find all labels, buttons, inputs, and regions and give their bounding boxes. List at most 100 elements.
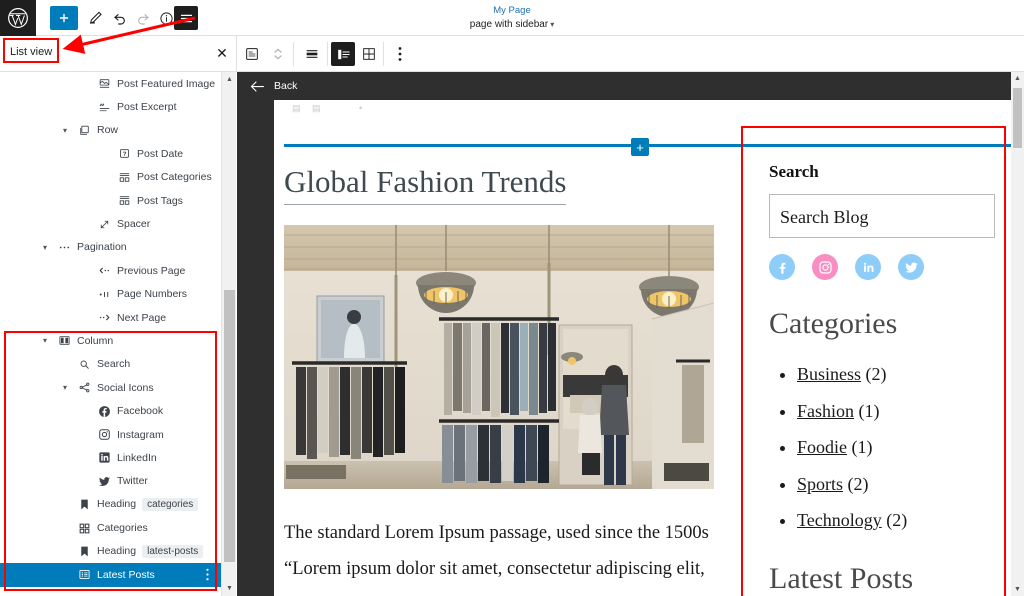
- list-view-scrollbar[interactable]: ▲ ▼: [221, 72, 236, 596]
- social-icons-row: [769, 254, 1014, 280]
- grid-view-display-button[interactable]: [357, 42, 381, 66]
- scroll-up-arrow-icon[interactable]: ▲: [1011, 72, 1024, 85]
- list-view-display-button[interactable]: [331, 42, 355, 66]
- post-featured-image[interactable]: [284, 225, 714, 489]
- move-block-button[interactable]: [266, 42, 290, 66]
- editor-top-bar: My Page page with sidebar▾: [0, 0, 1024, 36]
- latest-posts-icon: [76, 567, 92, 583]
- list-view-item-anchor-tag: latest-posts: [142, 545, 203, 558]
- share-icon: [76, 380, 92, 396]
- list-view-item-heading[interactable]: Headingcategories: [0, 493, 221, 516]
- list-view-item-post-categories[interactable]: Post Categories: [0, 166, 221, 189]
- chevron-down-icon[interactable]: ▾: [58, 381, 72, 395]
- list-view-item-post-tags[interactable]: Post Tags: [0, 189, 221, 212]
- scroll-up-arrow-icon[interactable]: ▲: [222, 72, 237, 87]
- search-input[interactable]: Search Blog: [769, 194, 995, 238]
- ghost-icon-3: •: [359, 103, 362, 113]
- list-view-item-label: Headingcategories: [97, 498, 198, 511]
- list-view-item-post-featured-image[interactable]: Post Featured Image: [0, 72, 221, 95]
- chevron-down-icon: ▾: [550, 20, 554, 29]
- category-link[interactable]: Business: [797, 364, 861, 384]
- arrow-left-icon: [250, 80, 265, 93]
- block-list-view[interactable]: Post Featured Image Post Excerpt▾Row Post …: [0, 72, 221, 596]
- chevron-placeholder: [98, 147, 112, 161]
- block-inserter-button[interactable]: +: [631, 138, 649, 156]
- chevron-placeholder: [58, 521, 72, 535]
- row-icon: [76, 122, 92, 138]
- list-view-item-label: Social Icons: [97, 382, 154, 394]
- category-link[interactable]: Fashion: [797, 401, 854, 421]
- chevron-placeholder: [78, 474, 92, 488]
- category-count: (2): [882, 510, 908, 530]
- list-view-item-label: Page Numbers: [117, 288, 187, 300]
- category-list-item: Business (2): [797, 356, 1014, 393]
- chevron-placeholder: [78, 217, 92, 231]
- list-view-item-label: Twitter: [117, 475, 148, 487]
- scrollbar-thumb[interactable]: [1013, 88, 1022, 148]
- categories-heading: Categories: [769, 306, 1014, 342]
- list-view-item-anchor-tag: categories: [142, 498, 198, 511]
- chevron-placeholder: [58, 498, 72, 512]
- more-options-button[interactable]: [388, 42, 412, 66]
- chevron-placeholder: [78, 264, 92, 278]
- ghost-icon-1: ▤: [292, 103, 301, 114]
- list-view-item-next-page[interactable]: Next Page: [0, 306, 221, 329]
- page-sidebar-column: Search Search Blog Categories: [769, 162, 1014, 596]
- scroll-down-arrow-icon[interactable]: ▼: [1011, 583, 1024, 596]
- list-view-item-label: Instagram: [117, 429, 164, 441]
- list-view-item-previous-page[interactable]: Previous Page: [0, 259, 221, 282]
- list-view-item-latest-posts[interactable]: Latest Posts: [0, 563, 221, 586]
- chevron-down-icon[interactable]: ▾: [58, 123, 72, 137]
- list-view-item-facebook[interactable]: Facebook: [0, 399, 221, 422]
- tags-icon: [116, 193, 132, 209]
- list-view-item-page-numbers[interactable]: Page Numbers: [0, 283, 221, 306]
- block-type-button[interactable]: [240, 42, 264, 66]
- close-icon[interactable]: ✕: [212, 43, 232, 63]
- scroll-down-arrow-icon[interactable]: ▼: [222, 581, 237, 596]
- category-link[interactable]: Technology: [797, 510, 882, 530]
- toolbar-divider: [293, 42, 294, 66]
- list-view-item-pagination[interactable]: ▾Pagination: [0, 236, 221, 259]
- list-view-item-column[interactable]: ▾Column: [0, 329, 221, 352]
- block-options-icon[interactable]: [202, 568, 212, 581]
- post-main-column: Global Fashion Trends: [284, 162, 714, 596]
- post-title-link[interactable]: Global Fashion Trends: [284, 162, 566, 205]
- toolbar-divider: [327, 42, 328, 66]
- list-view-item-post-date[interactable]: Post Date: [0, 142, 221, 165]
- list-view-item-linkedin[interactable]: LinkedIn: [0, 446, 221, 469]
- list-view-item-post-excerpt[interactable]: Post Excerpt: [0, 95, 221, 118]
- page-title: My Page: [0, 5, 1024, 17]
- list-view-item-label: Post Featured Image: [117, 78, 215, 90]
- facebook-social-link[interactable]: [769, 254, 795, 280]
- instagram-social-link[interactable]: [812, 254, 838, 280]
- list-view-item-spacer[interactable]: Spacer: [0, 212, 221, 235]
- chevron-placeholder: [78, 311, 92, 325]
- chevron-placeholder: [78, 404, 92, 418]
- categories-icon: [116, 169, 132, 185]
- chevron-down-icon[interactable]: ▾: [38, 240, 52, 254]
- list-view-item-social-icons[interactable]: ▾ Social Icons: [0, 376, 221, 399]
- scrollbar-thumb[interactable]: [224, 290, 235, 562]
- list-view-item-row[interactable]: ▾Row: [0, 119, 221, 142]
- back-bar[interactable]: Back: [237, 72, 1024, 100]
- list-view-item-instagram[interactable]: Instagram: [0, 423, 221, 446]
- partial-row-above: ▤ ▤ •: [274, 100, 1024, 116]
- list-view-item-search[interactable]: Search: [0, 353, 221, 376]
- list-view-item-categories[interactable]: Categories: [0, 516, 221, 539]
- linkedin-social-link[interactable]: [855, 254, 881, 280]
- canvas-scrollbar[interactable]: ▲ ▼: [1011, 72, 1024, 596]
- template-selector[interactable]: page with sidebar▾: [0, 19, 1024, 31]
- category-link[interactable]: Foodie: [797, 437, 847, 457]
- list-view-item-twitter[interactable]: Twitter: [0, 470, 221, 493]
- category-count: (2): [861, 364, 887, 384]
- facebook-icon: [96, 403, 112, 419]
- list-view-item-heading[interactable]: Headinglatest-posts: [0, 540, 221, 563]
- list-view-item-label: Facebook: [117, 405, 163, 417]
- align-button[interactable]: [300, 42, 324, 66]
- list-view-item-label: Post Date: [137, 148, 183, 160]
- chevron-placeholder: [58, 568, 72, 582]
- category-link[interactable]: Sports: [797, 474, 843, 494]
- chevron-down-icon[interactable]: ▾: [38, 334, 52, 348]
- list-view-panel-title: List view: [10, 46, 52, 58]
- twitter-social-link[interactable]: [898, 254, 924, 280]
